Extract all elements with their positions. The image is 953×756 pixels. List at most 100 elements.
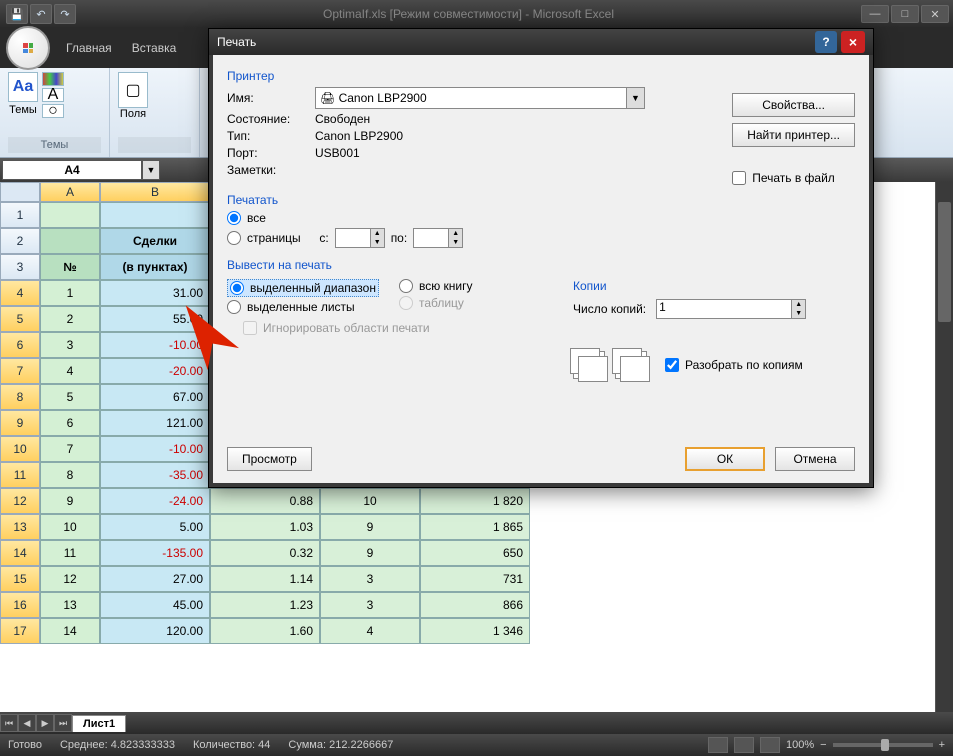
cell[interactable]: 1 820 [420, 488, 530, 514]
window-minimize-button[interactable]: — [861, 5, 889, 23]
row-header[interactable]: 11 [0, 462, 40, 488]
radio-selection[interactable] [230, 281, 244, 295]
cell[interactable]: -135.00 [100, 540, 210, 566]
cell[interactable]: (в пунктах) [100, 254, 210, 280]
copies-input[interactable]: 1▲▼ [656, 299, 806, 319]
cell[interactable]: 866 [420, 592, 530, 618]
zoom-out-button[interactable]: − [820, 739, 826, 751]
cell[interactable]: 67.00 [100, 384, 210, 410]
properties-button[interactable]: Свойства... [732, 93, 855, 117]
dialog-titlebar[interactable]: Печать ? × [209, 29, 873, 55]
cell[interactable]: 7 [40, 436, 100, 462]
row-header[interactable]: 2 [0, 228, 40, 254]
cell[interactable]: 2 [40, 306, 100, 332]
row-header[interactable]: 3 [0, 254, 40, 280]
cell[interactable]: 0.32 [210, 540, 320, 566]
dialog-help-button[interactable]: ? [815, 31, 837, 53]
cell[interactable] [100, 202, 210, 228]
themes-button[interactable]: Темы [8, 104, 38, 116]
cell[interactable]: 1.23 [210, 592, 320, 618]
sheet-tab-1[interactable]: Лист1 [72, 715, 126, 732]
row-header[interactable]: 14 [0, 540, 40, 566]
cell[interactable]: -20.00 [100, 358, 210, 384]
cell[interactable]: 121.00 [100, 410, 210, 436]
vertical-scrollbar[interactable] [935, 182, 953, 712]
sheet-nav-next[interactable]: ▶ [36, 714, 54, 732]
cell[interactable]: 9 [320, 540, 420, 566]
ok-button[interactable]: ОК [685, 447, 765, 471]
row-header[interactable]: 1 [0, 202, 40, 228]
qat-save-icon[interactable]: 💾 [6, 4, 28, 24]
office-button[interactable] [6, 26, 50, 70]
chevron-down-icon[interactable]: ▼ [626, 88, 644, 108]
col-header-a[interactable]: A [40, 182, 100, 202]
cell[interactable]: 10 [320, 488, 420, 514]
margins-icon[interactable]: ▢ [118, 72, 148, 108]
cell[interactable]: -24.00 [100, 488, 210, 514]
cell[interactable]: № [40, 254, 100, 280]
row-header[interactable]: 17 [0, 618, 40, 644]
cell[interactable]: 9 [40, 488, 100, 514]
cell[interactable]: 1.60 [210, 618, 320, 644]
row-header[interactable]: 8 [0, 384, 40, 410]
colors-icon[interactable] [42, 72, 64, 86]
cell[interactable]: 8 [40, 462, 100, 488]
pages-from-input[interactable]: ▲▼ [335, 228, 385, 248]
cell[interactable]: -10.00 [100, 332, 210, 358]
cell[interactable] [40, 228, 100, 254]
zoom-slider[interactable] [833, 743, 933, 747]
radio-all[interactable] [227, 211, 241, 225]
view-pagebreak-button[interactable] [760, 737, 780, 753]
row-header[interactable]: 12 [0, 488, 40, 514]
cell[interactable]: 120.00 [100, 618, 210, 644]
view-layout-button[interactable] [734, 737, 754, 753]
printer-select[interactable]: 🖨 Canon LBP2900 ▼ [315, 87, 645, 109]
select-all-corner[interactable] [0, 182, 40, 202]
row-header[interactable]: 6 [0, 332, 40, 358]
zoom-in-button[interactable]: + [939, 739, 945, 751]
row-header[interactable]: 13 [0, 514, 40, 540]
cell[interactable]: 9 [320, 514, 420, 540]
cell[interactable]: -10.00 [100, 436, 210, 462]
cell[interactable]: 3 [320, 592, 420, 618]
cell[interactable]: 31.00 [100, 280, 210, 306]
cell[interactable]: 1 [40, 280, 100, 306]
qat-undo-icon[interactable]: ↶ [30, 4, 52, 24]
cell[interactable]: 3 [320, 566, 420, 592]
cell[interactable]: 45.00 [100, 592, 210, 618]
cell[interactable]: 11 [40, 540, 100, 566]
cell[interactable]: 10 [40, 514, 100, 540]
row-header[interactable]: 4 [0, 280, 40, 306]
cell[interactable]: 55.00 [100, 306, 210, 332]
row-header[interactable]: 9 [0, 410, 40, 436]
cell[interactable]: Сделки [100, 228, 210, 254]
cell[interactable]: 5 [40, 384, 100, 410]
fonts-icon[interactable]: A [42, 88, 64, 102]
cell[interactable]: 1.03 [210, 514, 320, 540]
cell[interactable]: 4 [320, 618, 420, 644]
sheet-nav-last[interactable]: ⏭ [54, 714, 72, 732]
cell[interactable]: 4 [40, 358, 100, 384]
cell[interactable]: 1 865 [420, 514, 530, 540]
tab-home[interactable]: Главная [56, 37, 122, 59]
row-header[interactable]: 7 [0, 358, 40, 384]
row-header[interactable]: 5 [0, 306, 40, 332]
pages-to-input[interactable]: ▲▼ [413, 228, 463, 248]
cell[interactable]: 12 [40, 566, 100, 592]
cell[interactable]: 731 [420, 566, 530, 592]
col-header-b[interactable]: B [100, 182, 210, 202]
radio-pages[interactable] [227, 231, 241, 245]
cell[interactable]: 5.00 [100, 514, 210, 540]
cell[interactable] [40, 202, 100, 228]
cell[interactable]: 13 [40, 592, 100, 618]
window-close-button[interactable]: ✕ [921, 5, 949, 23]
radio-sheets[interactable] [227, 300, 241, 314]
name-box[interactable]: A4 [2, 160, 142, 180]
row-header[interactable]: 15 [0, 566, 40, 592]
cell[interactable]: 6 [40, 410, 100, 436]
preview-button[interactable]: Просмотр [227, 447, 312, 471]
tab-insert[interactable]: Вставка [122, 37, 187, 59]
radio-workbook[interactable] [399, 279, 413, 293]
cell[interactable]: 3 [40, 332, 100, 358]
dialog-close-button[interactable]: × [841, 31, 865, 53]
